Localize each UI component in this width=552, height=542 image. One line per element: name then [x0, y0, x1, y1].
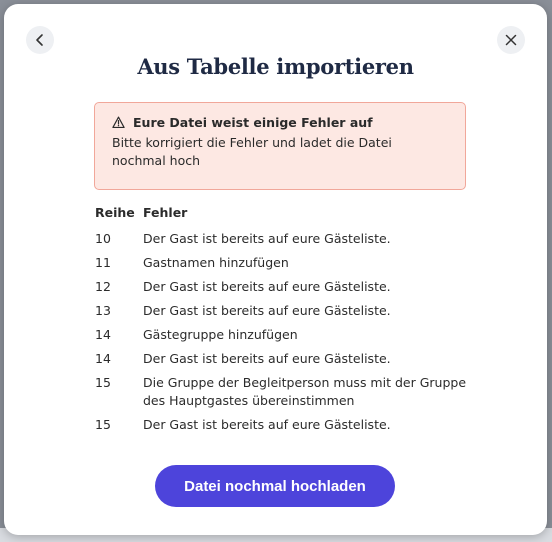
row-number: 15 — [95, 417, 111, 432]
table-row: 15 Der Gast ist bereits auf eure Gästeli… — [95, 416, 475, 434]
close-button[interactable] — [497, 26, 525, 54]
column-header-row: Reihe — [95, 205, 135, 220]
error-text: Gästegruppe hinzufügen — [143, 327, 298, 342]
table-row: 15 Die Gruppe der Begleitperson muss mit… — [95, 374, 475, 410]
table-row: 13 Der Gast ist bereits auf eure Gästeli… — [95, 302, 475, 320]
table-row: 11 Gastnamen hinzufügen — [95, 254, 475, 272]
row-number: 11 — [95, 255, 111, 270]
reupload-button[interactable]: Datei nochmal hochladen — [155, 465, 395, 507]
row-number: 14 — [95, 327, 111, 342]
back-button[interactable] — [26, 26, 54, 54]
column-header-error: Fehler — [143, 205, 188, 220]
alert-heading: Eure Datei weist einige Fehler auf — [133, 115, 373, 130]
table-row: 12 Der Gast ist bereits auf eure Gästeli… — [95, 278, 475, 296]
error-text: Der Gast ist bereits auf eure Gästeliste… — [143, 417, 391, 432]
dialog-title: Aus Tabelle importieren — [137, 54, 414, 79]
error-text: Der Gast ist bereits auf eure Gästeliste… — [143, 231, 391, 246]
error-text: Der Gast ist bereits auf eure Gästeliste… — [143, 351, 391, 366]
error-text: Gastnamen hinzufügen — [143, 255, 289, 270]
table-row: 14 Gästegruppe hinzufügen — [95, 326, 475, 344]
row-number: 15 — [95, 375, 111, 390]
error-table: Reihe Fehler 10 Der Gast ist bereits auf… — [95, 204, 475, 440]
table-header: Reihe Fehler — [95, 204, 475, 222]
error-text: Die Gruppe der Begleitperson muss mit de… — [143, 375, 467, 408]
table-row: 14 Der Gast ist bereits auf eure Gästeli… — [95, 350, 475, 368]
row-number: 12 — [95, 279, 111, 294]
error-alert: Eure Datei weist einige Fehler auf Bitte… — [94, 102, 466, 190]
error-text: Der Gast ist bereits auf eure Gästeliste… — [143, 279, 391, 294]
table-row: 10 Der Gast ist bereits auf eure Gästeli… — [95, 230, 475, 248]
error-text: Der Gast ist bereits auf eure Gästeliste… — [143, 303, 391, 318]
import-dialog: Aus Tabelle importieren Eure Datei weist… — [4, 4, 547, 535]
row-number: 14 — [95, 351, 111, 366]
alert-message: Bitte korrigiert die Fehler und ladet di… — [112, 135, 392, 168]
warning-icon — [112, 116, 125, 129]
close-icon — [505, 34, 517, 46]
row-number: 10 — [95, 231, 111, 246]
chevron-left-icon — [36, 34, 43, 46]
row-number: 13 — [95, 303, 111, 318]
